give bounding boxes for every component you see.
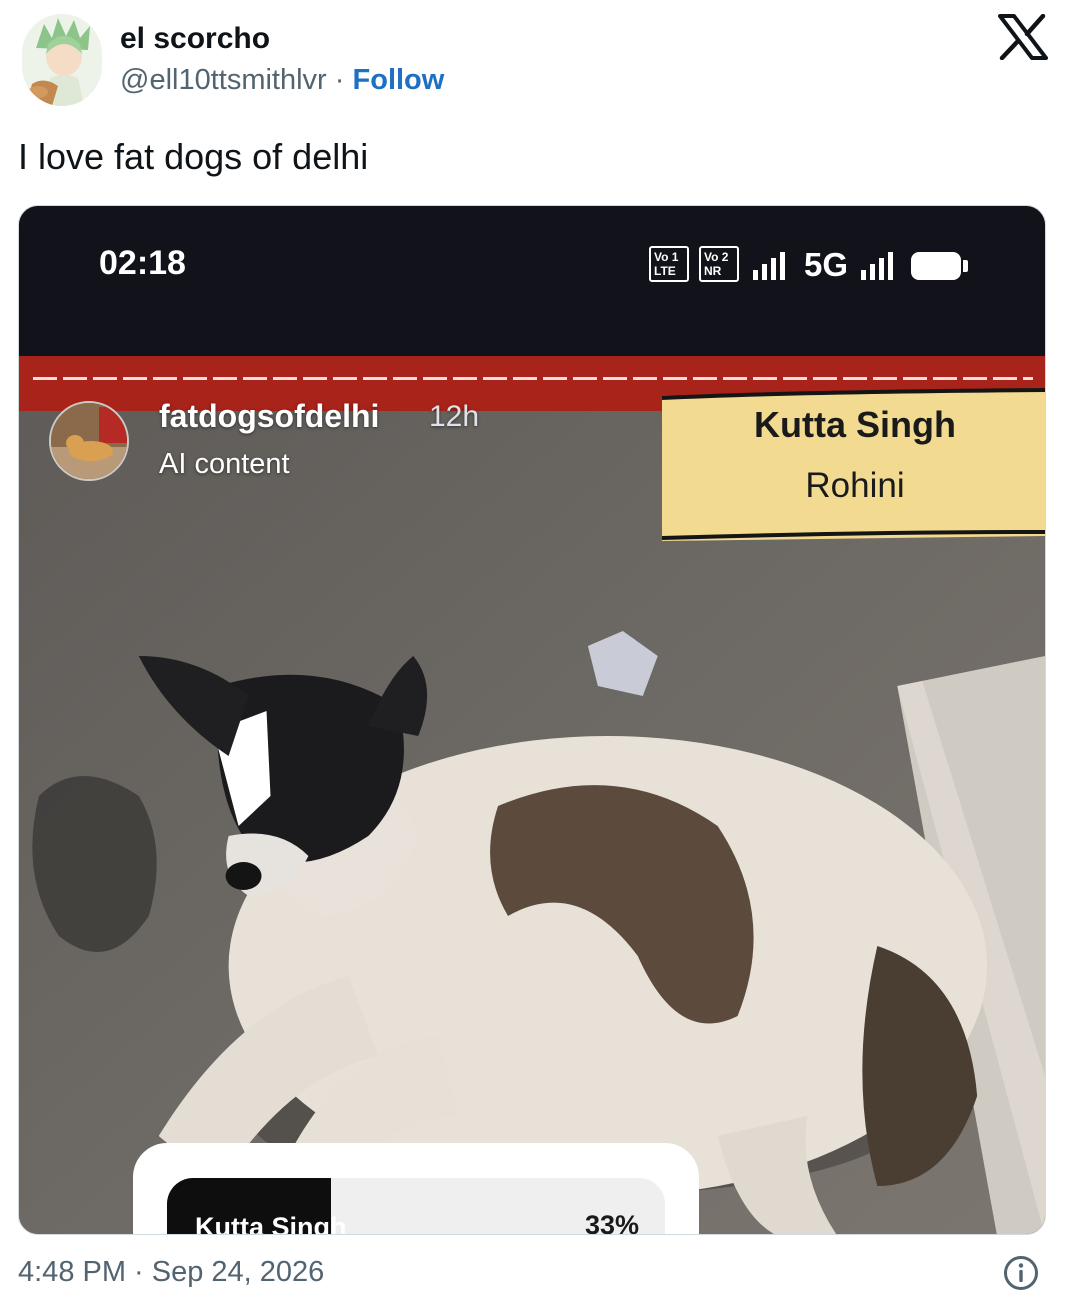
sim1-bottom: LTE — [654, 264, 676, 278]
story-progress-bar — [33, 377, 1033, 380]
follow-button[interactable]: Follow — [353, 64, 445, 96]
story-age: 12h — [429, 400, 480, 433]
handle-separator: · — [334, 64, 345, 96]
status-clock: 02:18 — [99, 244, 186, 282]
tweet-timestamp[interactable]: 4:48 PM · Sep 24, 2026 — [18, 1256, 324, 1289]
author-handle[interactable]: @ell10ttsmithlvr — [120, 64, 327, 96]
x-logo-icon[interactable] — [998, 13, 1048, 61]
tweet-text: I love fat dogs of delhi — [18, 136, 369, 177]
battery-icon — [911, 252, 961, 280]
sticker-dog-name: Kutta Singh — [754, 404, 956, 445]
story-avatar[interactable] — [49, 401, 129, 481]
sim1-top: Vo — [654, 250, 669, 264]
network-type: 5G — [804, 246, 849, 283]
poll-percent: 33% — [584, 1210, 639, 1235]
sim1-badge: 1 — [671, 250, 679, 264]
poll-option-label: Kutta Singh — [195, 1212, 347, 1235]
sticker-location: Rohini — [805, 466, 905, 505]
info-icon[interactable] — [1003, 1255, 1039, 1291]
sim2-top: Vo — [704, 250, 719, 264]
sim2-indicator: Vo 2 NR — [699, 246, 739, 282]
story-subtitle: AI content — [159, 448, 290, 480]
poll-option[interactable]: Kutta Singh 33% — [167, 1178, 665, 1235]
tweet-media[interactable]: 02:18 Vo 1 LTE Vo 2 NR 5G fatdogsofdelhi… — [18, 205, 1046, 1235]
signal-icon — [753, 252, 785, 280]
story-username[interactable]: fatdogsofdelhi — [159, 398, 379, 435]
phone-status-bar: 02:18 Vo 1 LTE Vo 2 NR 5G — [19, 206, 1045, 356]
sim2-badge: 2 — [721, 250, 729, 264]
signal-icon — [861, 252, 893, 280]
sim1-indicator: Vo 1 LTE — [649, 246, 689, 282]
author-display-name[interactable]: el scorcho — [120, 22, 270, 56]
author-avatar[interactable] — [22, 14, 102, 106]
sim2-bottom: NR — [704, 264, 722, 278]
author-handle-row: @ell10ttsmithlvr · Follow — [120, 64, 444, 97]
battery-tip — [963, 260, 968, 272]
